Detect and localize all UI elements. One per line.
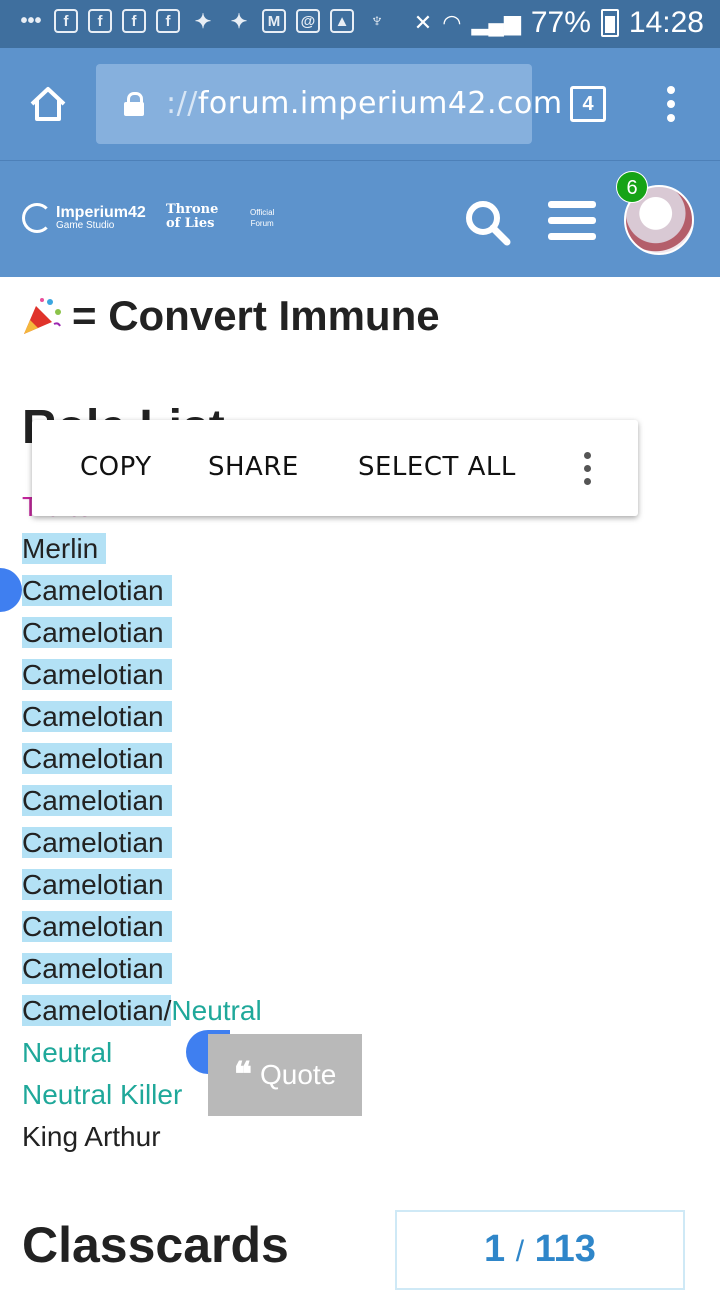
image-icon: ▲	[330, 9, 354, 33]
notification-icons: ••• f f f f ✦ ✦ M @ ▲ ♆	[18, 8, 390, 34]
search-icon[interactable]	[462, 197, 512, 247]
more-options-icon[interactable]	[582, 452, 592, 486]
email-icon: @	[296, 9, 320, 33]
browser-menu-icon[interactable]	[666, 86, 676, 122]
app-icon: ♆	[369, 9, 385, 32]
list-item: Camelotian	[22, 738, 262, 780]
list-item: Camelotian	[22, 570, 262, 612]
mail-icon: M	[262, 9, 286, 33]
lock-icon	[124, 92, 144, 116]
post-progress-indicator[interactable]: 1 / 113	[395, 1210, 685, 1290]
classcards-heading: Classcards	[22, 1217, 289, 1273]
text-selection-menu: COPY SHARE SELECT ALL	[32, 420, 638, 516]
site-header: Imperium42 Game Studio Throne of Lies Of…	[0, 160, 720, 277]
bird-icon: ✦	[230, 10, 248, 33]
official-forum-label: Official Forum	[250, 208, 275, 228]
battery-icon	[600, 9, 619, 37]
quote-button[interactable]: ❝ Quote	[208, 1034, 362, 1116]
list-item: Camelotian	[22, 822, 262, 864]
system-status: ✕ ◠ ▂▄▆ 77% 14:28	[414, 6, 704, 40]
tab-switcher-button[interactable]: 4	[570, 86, 606, 122]
facebook-icon: f	[122, 9, 146, 33]
clock: 14:28	[628, 6, 704, 39]
select-all-button[interactable]: SELECT ALL	[358, 452, 516, 482]
list-item: Camelotian	[22, 948, 262, 990]
chat-icon: •••	[20, 9, 42, 32]
list-item: Camelotian	[22, 696, 262, 738]
swirl-icon	[22, 203, 52, 233]
wifi-icon: ◠	[442, 10, 462, 35]
facebook-icon: f	[156, 9, 180, 33]
list-item: Camelotian	[22, 612, 262, 654]
browser-toolbar: ://forum.imperium42.com 4	[0, 48, 720, 160]
bird-icon: ✦	[194, 10, 212, 33]
list-item: Camelotian	[22, 906, 262, 948]
list-item: Camelotian	[22, 654, 262, 696]
share-button[interactable]: SHARE	[208, 452, 299, 482]
home-icon[interactable]	[28, 84, 68, 124]
hamburger-menu-icon[interactable]	[548, 201, 596, 241]
throne-of-lies-logo[interactable]: Throne of Lies	[166, 203, 218, 231]
list-item: King Arthur	[22, 1121, 161, 1152]
signal-icon: ▂▄▆	[471, 10, 521, 35]
list-item: Camelotian/Neutral	[22, 995, 262, 1026]
address-bar[interactable]: ://forum.imperium42.com	[96, 64, 562, 144]
list-item: Camelotian	[22, 864, 262, 906]
url-text[interactable]: ://forum.imperium42.com	[166, 86, 563, 121]
list-item: Camelotian	[22, 780, 262, 822]
list-item: Merlin	[22, 528, 262, 570]
battery-percent: 77%	[530, 6, 591, 39]
quote-icon: ❝	[233, 1055, 252, 1095]
party-popper-icon	[24, 298, 61, 334]
convert-immune-line: = Convert Immune	[20, 292, 440, 340]
facebook-icon: f	[88, 9, 112, 33]
facebook-icon: f	[54, 9, 78, 33]
status-bar: ••• f f f f ✦ ✦ M @ ▲ ♆ ✕ ◠ ▂▄▆ 77% 14:2…	[0, 0, 720, 48]
imperium42-logo[interactable]: Imperium42 Game Studio	[22, 203, 146, 233]
mute-icon: ✕	[413, 10, 433, 35]
copy-button[interactable]: COPY	[80, 452, 152, 482]
notification-badge[interactable]: 6	[616, 171, 648, 203]
